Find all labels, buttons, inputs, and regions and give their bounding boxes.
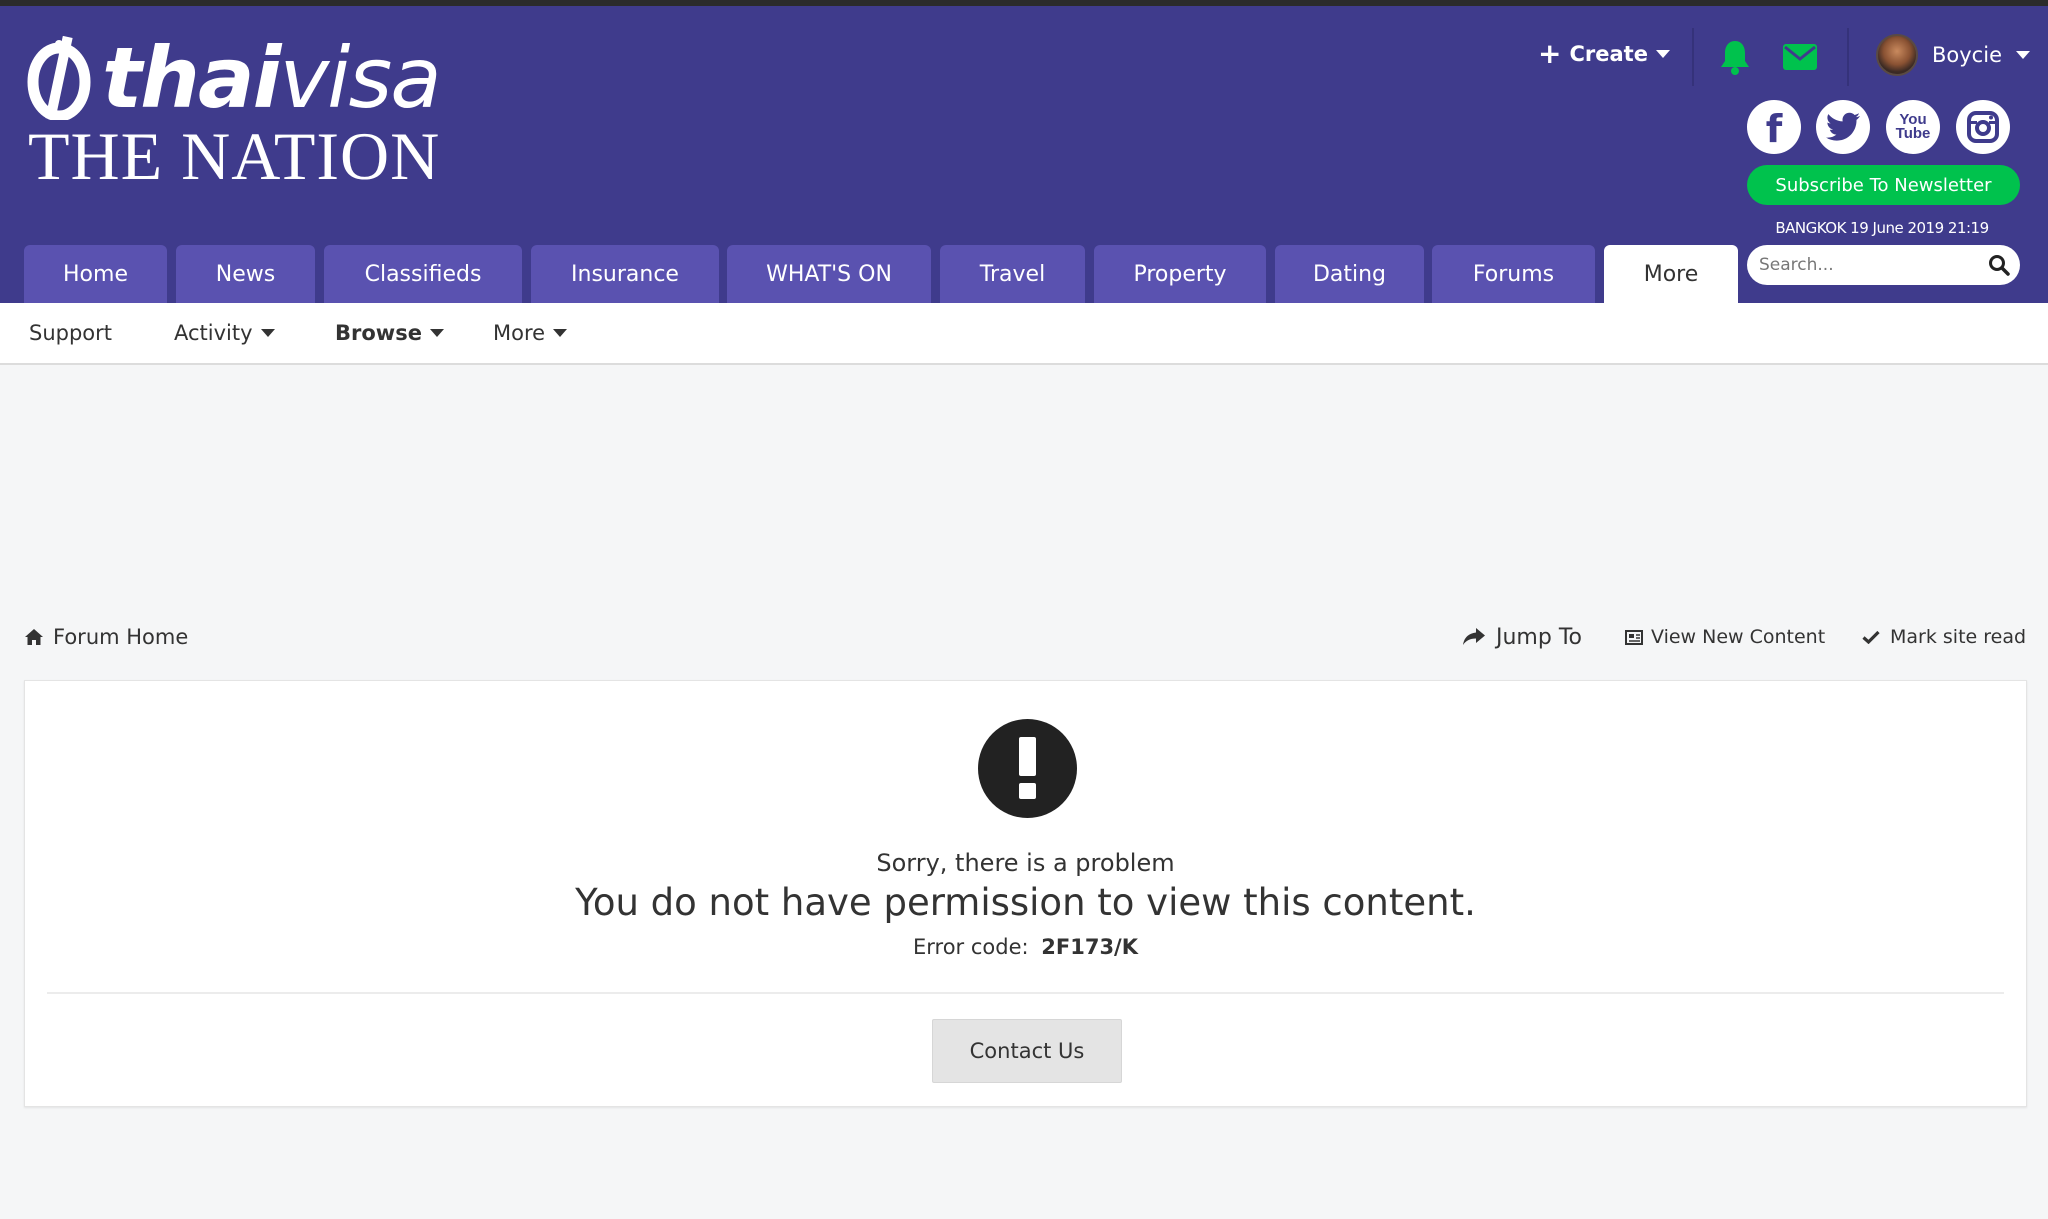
exclamation-circle-icon bbox=[978, 719, 1077, 818]
subnav-item-browse[interactable]: Browse bbox=[335, 303, 444, 363]
tab-home[interactable]: Home bbox=[24, 245, 167, 303]
twitter-icon[interactable] bbox=[1816, 100, 1870, 154]
tab-dating[interactable]: Dating bbox=[1275, 245, 1424, 303]
divider bbox=[47, 992, 2004, 994]
tab-property[interactable]: Property bbox=[1094, 245, 1266, 303]
mark-site-read-label: Mark site read bbox=[1890, 626, 2027, 648]
error-code-label: Error code: bbox=[912, 935, 1029, 959]
home-icon bbox=[25, 629, 43, 645]
tab-insurance[interactable]: Insurance bbox=[531, 245, 719, 303]
tab-news[interactable]: News bbox=[176, 245, 315, 303]
create-label: Create bbox=[1569, 42, 1648, 66]
twitter-bird-icon bbox=[1826, 112, 1860, 141]
divider bbox=[1692, 28, 1694, 86]
user-name: Boycie bbox=[1932, 43, 2002, 67]
check-icon bbox=[1862, 630, 1880, 644]
view-new-content-link[interactable]: View New Content bbox=[1625, 620, 1825, 654]
contact-us-button[interactable]: Contact Us bbox=[932, 1019, 1122, 1083]
search-icon[interactable] bbox=[1988, 254, 2010, 276]
site-logo[interactable]: thaivisa THE NATION bbox=[26, 28, 446, 194]
mail-icon[interactable] bbox=[1783, 44, 1817, 70]
subnav-item-activity[interactable]: Activity bbox=[174, 303, 275, 363]
search-input[interactable] bbox=[1759, 255, 1988, 275]
subnav-item-more[interactable]: More bbox=[493, 303, 568, 363]
error-message: You do not have permission to view this … bbox=[575, 881, 1476, 924]
subscribe-button[interactable]: Subscribe To Newsletter bbox=[1747, 165, 2020, 205]
plus-icon: + bbox=[1538, 37, 1562, 70]
tab-forums[interactable]: Forums bbox=[1432, 245, 1595, 303]
divider bbox=[1847, 28, 1849, 86]
avatar bbox=[1876, 34, 1918, 76]
subnav-item-label: Support bbox=[29, 321, 113, 345]
error-title: Sorry, there is a problem bbox=[876, 849, 1175, 877]
error-panel: Sorry, there is a problem You do not hav… bbox=[24, 680, 2027, 1107]
error-code: 2F173/K bbox=[1041, 935, 1139, 959]
logo-subtitle: THE NATION bbox=[28, 118, 441, 194]
logo-mark-icon bbox=[27, 36, 91, 120]
subnav-item-label: Activity bbox=[174, 321, 253, 345]
subnav-item-support[interactable]: Support bbox=[29, 303, 112, 363]
tab-travel[interactable]: Travel bbox=[940, 245, 1085, 303]
user-menu[interactable]: Boycie bbox=[1876, 32, 2030, 78]
sub-navigation: Support Activity Browse More bbox=[0, 303, 2048, 365]
camera-icon bbox=[1967, 111, 1999, 143]
breadcrumb-forum-home[interactable]: Forum Home bbox=[24, 620, 188, 654]
jump-to-label: Jump To bbox=[1496, 624, 1582, 650]
caret-down-icon bbox=[553, 329, 568, 337]
jump-to-button[interactable]: Jump To bbox=[1462, 620, 1582, 654]
search-box bbox=[1747, 245, 2020, 285]
view-new-content-label: View New Content bbox=[1651, 626, 1826, 648]
caret-down-icon bbox=[1655, 50, 1670, 58]
youtube-icon[interactable]: You Tube bbox=[1886, 100, 1940, 154]
create-button[interactable]: + Create bbox=[1538, 36, 1670, 72]
tab-classifieds[interactable]: Classifieds bbox=[324, 245, 522, 303]
caret-down-icon bbox=[260, 329, 275, 337]
share-arrow-icon bbox=[1463, 628, 1485, 645]
subnav-item-label: More bbox=[493, 321, 546, 345]
caret-down-icon bbox=[2015, 51, 2030, 59]
instagram-icon[interactable] bbox=[1956, 100, 2010, 154]
caret-down-icon bbox=[429, 329, 444, 337]
mark-site-read-link[interactable]: Mark site read bbox=[1862, 620, 2026, 654]
dateline: BANGKOK 19 June 2019 21:19 bbox=[1775, 219, 1989, 237]
bell-icon[interactable] bbox=[1719, 39, 1751, 75]
facebook-icon[interactable]: f bbox=[1747, 100, 1801, 154]
tab-whats-on[interactable]: WHAT'S ON bbox=[727, 245, 931, 303]
subnav-item-label: Browse bbox=[335, 321, 422, 345]
newspaper-icon bbox=[1625, 629, 1643, 645]
breadcrumb-label: Forum Home bbox=[53, 625, 189, 649]
error-code-line: Error code: 2F173/K bbox=[25, 935, 2026, 959]
tab-more[interactable]: More bbox=[1604, 245, 1738, 303]
logo-wordmark: thaivisa bbox=[102, 29, 442, 127]
